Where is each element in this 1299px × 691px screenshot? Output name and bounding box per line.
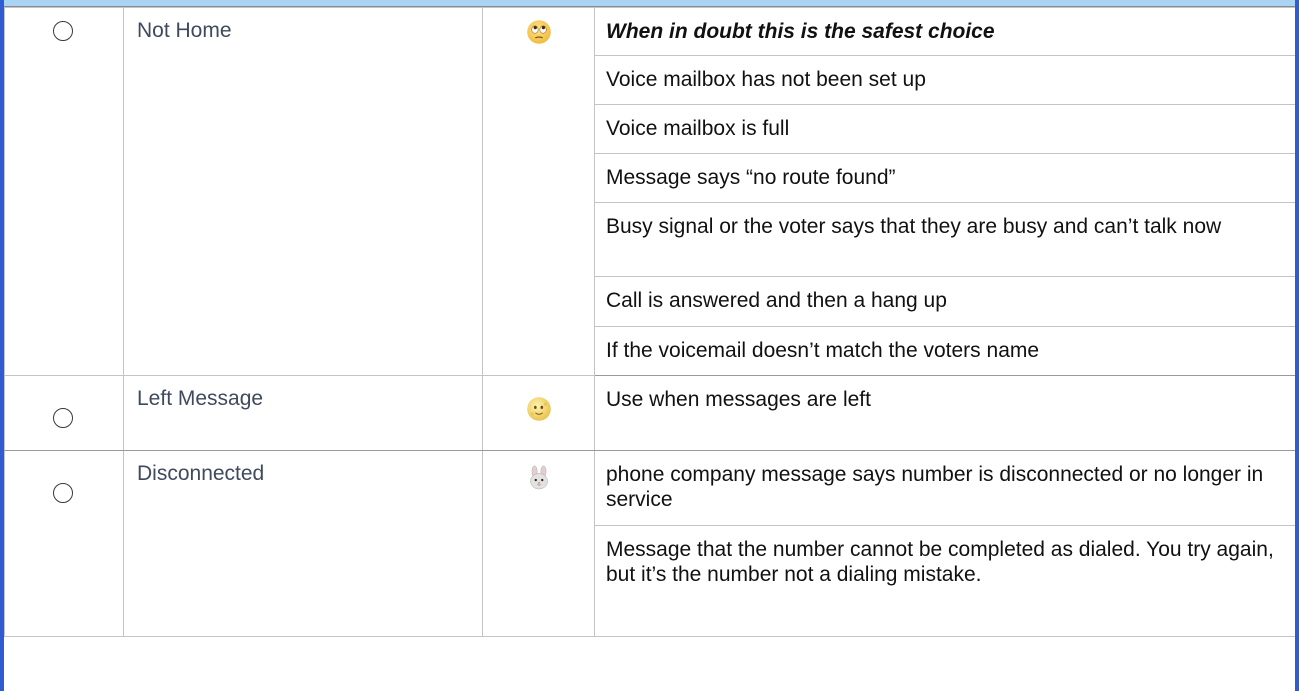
description-text: Voice mailbox has not been set up (606, 68, 926, 91)
disposition-table: Not Home When in doubt this is the safes… (4, 7, 1295, 637)
disposition-panel: Not Home When in doubt this is the safes… (0, 0, 1299, 691)
left-message-radio[interactable] (53, 408, 73, 428)
left-message-label: Left Message (137, 387, 264, 410)
description-text: Use when messages are left (606, 388, 871, 411)
description-text: Busy signal or the voter says that they … (606, 215, 1222, 238)
description-text: Message that the number cannot be comple… (606, 538, 1274, 586)
rabbit-face-icon (530, 465, 548, 490)
table-row: Disconnected phone company message says … (4, 450, 1295, 637)
description-text: Call is answered and then a hang up (606, 289, 947, 312)
not-home-label: Not Home (137, 19, 232, 42)
table-row: Not Home When in doubt this is the safes… (4, 7, 1295, 376)
table-row: Left Message Use when messages are left (4, 375, 1295, 451)
description-text: Voice mailbox is full (606, 117, 790, 140)
not-home-radio[interactable] (53, 21, 73, 41)
description-text: If the voicemail doesn’t match the voter… (606, 339, 1040, 362)
description-text: When in doubt this is the safest choice (606, 20, 995, 43)
description-text: phone company message says number is dis… (606, 463, 1264, 511)
disconnected-radio[interactable] (53, 483, 73, 503)
moon-face-icon (527, 397, 551, 421)
description-text: Message says “no route found” (606, 166, 896, 189)
disconnected-label: Disconnected (137, 462, 265, 485)
face-with-rolling-eyes-icon (527, 20, 551, 44)
panel-header-band (4, 0, 1295, 7)
